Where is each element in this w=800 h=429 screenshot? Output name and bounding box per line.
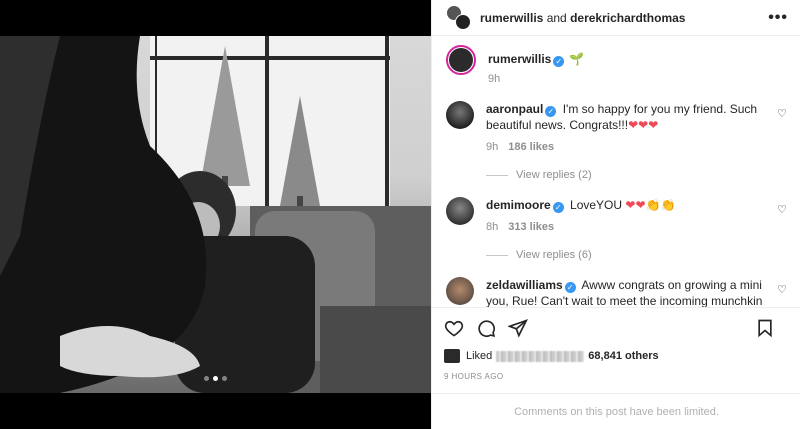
caption-row: rumerwillis ✓ 🌱 9h	[432, 45, 800, 87]
comments-list: rumerwillis ✓ 🌱 9h aaronpaul ✓ I'm so happy…	[432, 37, 800, 307]
liked-by: Liked 68,841 others	[444, 348, 787, 364]
liked-count[interactable]: 68,841 others	[588, 350, 658, 362]
comment-row: aaronpaul ✓ I'm so happy for you my frien…	[432, 101, 800, 155]
reply-divider	[486, 254, 508, 256]
comment-username[interactable]: zeldawilliams	[486, 278, 563, 292]
comment-time: 8h	[486, 221, 499, 233]
verified-badge-icon: ✓	[564, 282, 576, 293]
post-header: rumerwillis and derekrichardthomas •••	[432, 0, 800, 36]
author-link-2[interactable]: derekrichardthomas	[570, 11, 685, 25]
avatar[interactable]	[455, 13, 471, 30]
comment-likes[interactable]: 186 likes	[508, 141, 554, 153]
view-replies-label: View replies (2)	[516, 169, 592, 181]
carousel-indicator	[204, 376, 227, 381]
verified-badge-icon: ✓	[545, 106, 557, 117]
liker-name-redacted	[496, 350, 585, 362]
verified-badge-icon: ✓	[553, 56, 565, 67]
avatar[interactable]	[446, 45, 476, 75]
comment-like-heart-icon[interactable]: ♡	[777, 203, 787, 216]
avatar[interactable]	[446, 277, 474, 305]
carousel-dot	[204, 376, 209, 381]
post-side-panel: rumerwillis and derekrichardthomas ••• r…	[431, 0, 800, 429]
post-actions: Liked 68,841 others 9 HOURS AGO	[432, 307, 800, 381]
caption-username[interactable]: rumerwillis	[488, 52, 551, 66]
carousel-dot-active	[213, 376, 218, 381]
liked-prefix: Liked	[466, 350, 493, 362]
post-timestamp[interactable]: 9 HOURS AGO	[444, 372, 787, 381]
view-replies-label: View replies (6)	[516, 249, 592, 261]
verified-badge-icon: ✓	[552, 202, 564, 213]
post-media-panel	[0, 0, 431, 429]
post-authors: rumerwillis and derekrichardthomas	[480, 11, 685, 25]
comment-text: LoveYOU	[570, 198, 623, 212]
action-icons	[444, 314, 787, 342]
comment-meta: 8h 313 likes	[486, 219, 785, 235]
comment-row: demimoore ✓ LoveYOU ❤❤👏👏 8h 313 likes ♡	[432, 197, 800, 235]
author-conjunction: and	[546, 10, 567, 25]
liker-avatar[interactable]	[444, 349, 460, 363]
avatar[interactable]	[446, 197, 474, 225]
comment-meta: 9h 186 likes	[486, 139, 785, 155]
caption-emoji: 🌱	[569, 52, 585, 66]
more-options-icon[interactable]: •••	[768, 9, 788, 27]
comment-username[interactable]: aaronpaul	[486, 102, 543, 116]
comment-likes[interactable]: 313 likes	[508, 221, 554, 233]
avatar[interactable]	[446, 101, 474, 129]
comment-like-heart-icon[interactable]: ♡	[777, 283, 787, 296]
reply-divider	[486, 174, 508, 176]
save-bookmark-icon[interactable]	[755, 316, 783, 340]
comment-like-heart-icon[interactable]: ♡	[777, 107, 787, 120]
carousel-dot	[222, 376, 227, 381]
share-paper-plane-icon[interactable]	[508, 316, 536, 340]
post-photo[interactable]	[0, 36, 431, 393]
comment-time: 9h	[486, 141, 499, 153]
comment-username[interactable]: demimoore	[486, 198, 551, 212]
comment-bubble-icon[interactable]	[476, 316, 504, 340]
view-replies-button[interactable]: View replies (2)	[486, 169, 800, 181]
view-replies-button[interactable]: View replies (6)	[486, 249, 800, 261]
photo-illustration	[0, 36, 431, 393]
comment-emoji: ❤❤❤	[628, 118, 659, 132]
like-heart-icon[interactable]	[444, 316, 472, 340]
caption-time: 9h	[488, 73, 501, 85]
collab-avatars[interactable]	[446, 4, 472, 31]
author-link-1[interactable]: rumerwillis	[480, 11, 543, 25]
comment-row: zeldawilliams ✓ Awww congrats on growing …	[432, 277, 800, 307]
comment-emoji: ❤❤👏👏	[625, 198, 676, 212]
comments-limited-notice: Comments on this post have been limited.	[432, 393, 800, 429]
